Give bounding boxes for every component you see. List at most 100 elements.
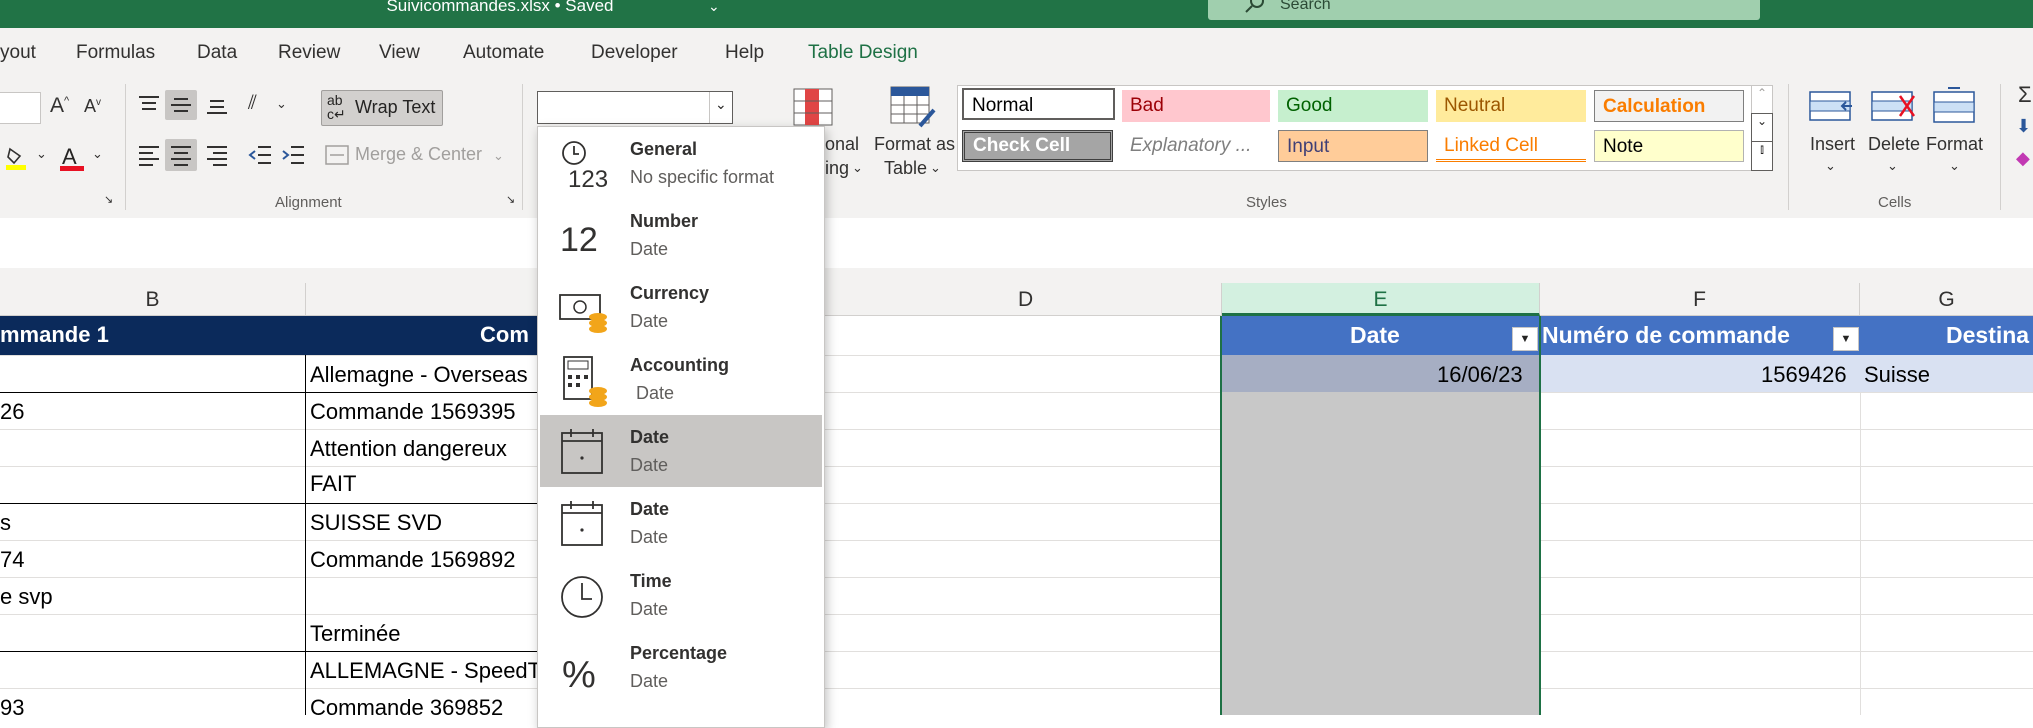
wrap-text-button[interactable]: ab c↵ Wrap Text (321, 90, 443, 126)
tab-developer[interactable]: Developer (591, 42, 678, 64)
chevron-down-icon[interactable]: ⌄ (1949, 158, 1960, 174)
insert-cells-icon[interactable] (1808, 88, 1856, 124)
format-item-number[interactable]: 12 Number Date (540, 199, 822, 271)
format-item-percentage[interactable]: % Percentage Date (540, 631, 822, 703)
filter-button-numero[interactable]: ▼ (1833, 327, 1859, 351)
cell-e-date[interactable]: 16/06/23 (1437, 362, 1523, 388)
align-center-button[interactable] (165, 139, 197, 171)
font-color-icon[interactable]: A (60, 144, 84, 172)
align-top-icon[interactable] (138, 94, 160, 116)
cell-b[interactable]: s (0, 510, 11, 536)
cell-c[interactable]: FAIT (310, 471, 356, 497)
increase-indent-icon[interactable] (281, 144, 305, 166)
formula-bar[interactable] (0, 218, 2033, 269)
tab-formulas[interactable]: Formulas (76, 42, 155, 64)
gallery-more[interactable]: ⫾ (1751, 141, 1773, 171)
conditional-formatting-label-2[interactable]: ing (825, 158, 849, 179)
chevron-down-icon[interactable]: ⌄ (709, 92, 732, 123)
column-header-e[interactable]: E (1222, 283, 1540, 316)
eraser-icon[interactable]: ◆ (2016, 148, 2030, 169)
style-linked-cell[interactable]: Linked Cell (1436, 130, 1586, 162)
style-neutral[interactable]: Neutral (1436, 90, 1586, 122)
format-item-date-short[interactable]: Date Date (540, 415, 822, 487)
tab-view[interactable]: View (379, 42, 420, 64)
tab-automate[interactable]: Automate (463, 42, 544, 64)
gallery-scroll-down[interactable]: ⌄ (1751, 113, 1773, 143)
header-numero-commande[interactable]: Numéro de commande (1542, 322, 1790, 348)
cell-b[interactable]: e svp (0, 584, 53, 610)
dialog-launcher-icon[interactable]: ↘ (506, 193, 515, 206)
filter-button-date[interactable]: ▼ (1512, 327, 1538, 351)
cell-c[interactable]: SUISSE SVD (310, 510, 442, 536)
align-right-icon[interactable] (206, 144, 228, 166)
gallery-scroll-up[interactable]: ⌃ (1751, 85, 1773, 115)
format-as-table-label-1[interactable]: Format as (874, 134, 955, 155)
header-commande-1[interactable]: mmande 1 (0, 322, 109, 348)
merge-center-label[interactable]: Merge & Center (355, 144, 482, 165)
header-date[interactable]: Date (1350, 322, 1400, 349)
chevron-down-icon[interactable]: ⌄ (1887, 158, 1898, 174)
chevron-down-icon[interactable]: ⌄ (1825, 158, 1836, 174)
format-as-table-icon[interactable] (890, 86, 936, 128)
conditional-formatting-label-1[interactable]: onal (825, 134, 859, 155)
orientation-icon[interactable]: ⫽ (248, 92, 257, 115)
align-left-icon[interactable] (138, 144, 160, 166)
cell-g-destination[interactable]: Suisse (1864, 362, 1930, 388)
cell-c[interactable]: Commande 369852 (310, 695, 503, 721)
column-header-c[interactable] (306, 283, 538, 316)
format-cells-icon[interactable] (1932, 86, 1976, 126)
tab-review[interactable]: Review (278, 42, 340, 64)
style-explanatory[interactable]: Explanatory ... (1122, 130, 1270, 162)
chevron-down-icon[interactable]: ⌄ (276, 96, 287, 112)
cell-c[interactable]: ALLEMAGNE - SpeedT (310, 658, 541, 684)
chevron-down-icon[interactable]: ⌄ (930, 160, 941, 176)
header-commentaire[interactable]: Com (480, 322, 529, 348)
format-as-table-label-2[interactable]: Table (884, 158, 927, 179)
fill-down-icon[interactable]: ⬇ (2016, 116, 2031, 137)
tab-layout[interactable]: yout (0, 42, 36, 64)
font-size-box[interactable] (0, 92, 41, 124)
cell-c[interactable]: Terminée (310, 621, 400, 647)
chevron-down-icon[interactable]: ⌄ (708, 0, 720, 15)
column-header-g[interactable]: G (1860, 283, 2033, 316)
insert-label[interactable]: Insert (1810, 134, 1855, 155)
style-check-cell[interactable]: Check Cell (962, 130, 1113, 162)
tab-data[interactable]: Data (197, 42, 237, 64)
align-middle-button[interactable] (165, 90, 197, 120)
header-destination[interactable]: Destina (1946, 322, 2029, 349)
cell-b[interactable]: 74 (0, 547, 24, 573)
format-item-currency[interactable]: Currency Date (540, 271, 822, 343)
format-item-date-long[interactable]: Date Date (540, 487, 822, 559)
tab-table-design[interactable]: Table Design (808, 42, 918, 64)
format-item-time[interactable]: Time Date (540, 559, 822, 631)
delete-cells-icon[interactable] (1870, 88, 1918, 124)
column-header-f[interactable]: F (1540, 283, 1860, 316)
style-input[interactable]: Input (1278, 130, 1428, 162)
cell-b[interactable]: 93 (0, 695, 24, 721)
cell-c[interactable]: Commande 1569395 (310, 399, 515, 425)
chevron-down-icon[interactable]: ⌄ (92, 146, 103, 162)
decrease-font-icon[interactable]: Av (84, 96, 101, 117)
chevron-down-icon[interactable]: ⌄ (493, 148, 504, 164)
format-label[interactable]: Format (1926, 134, 1983, 155)
style-note[interactable]: Note (1594, 130, 1744, 162)
search-box[interactable]: Search (1208, 0, 1760, 20)
align-bottom-icon[interactable] (206, 94, 228, 116)
autosum-icon[interactable]: Σ (2018, 82, 2032, 108)
number-format-combo[interactable]: ⌄ (537, 91, 733, 124)
cell-c[interactable]: Attention dangereux (310, 436, 507, 462)
style-good[interactable]: Good (1278, 90, 1428, 122)
format-item-accounting[interactable]: Accounting Date (540, 343, 822, 415)
conditional-formatting-icon[interactable] (793, 88, 833, 126)
cell-c[interactable]: Commande 1569892 (310, 547, 515, 573)
cell-c[interactable]: Allemagne - Overseas (310, 362, 528, 388)
increase-font-icon[interactable]: A^ (50, 94, 69, 118)
cell-f-numero[interactable]: 1569426 (1761, 362, 1847, 388)
chevron-down-icon[interactable]: ⌄ (852, 160, 863, 176)
merge-icon[interactable] (325, 145, 349, 165)
worksheet-grid[interactable]: B D E F G mmande 1 Com 26 s 74 e svp 93 … (0, 268, 2033, 720)
chevron-down-icon[interactable]: ⌄ (36, 146, 47, 162)
style-bad[interactable]: Bad (1122, 90, 1270, 122)
tab-help[interactable]: Help (725, 42, 764, 64)
column-header-b[interactable]: B (0, 283, 306, 316)
